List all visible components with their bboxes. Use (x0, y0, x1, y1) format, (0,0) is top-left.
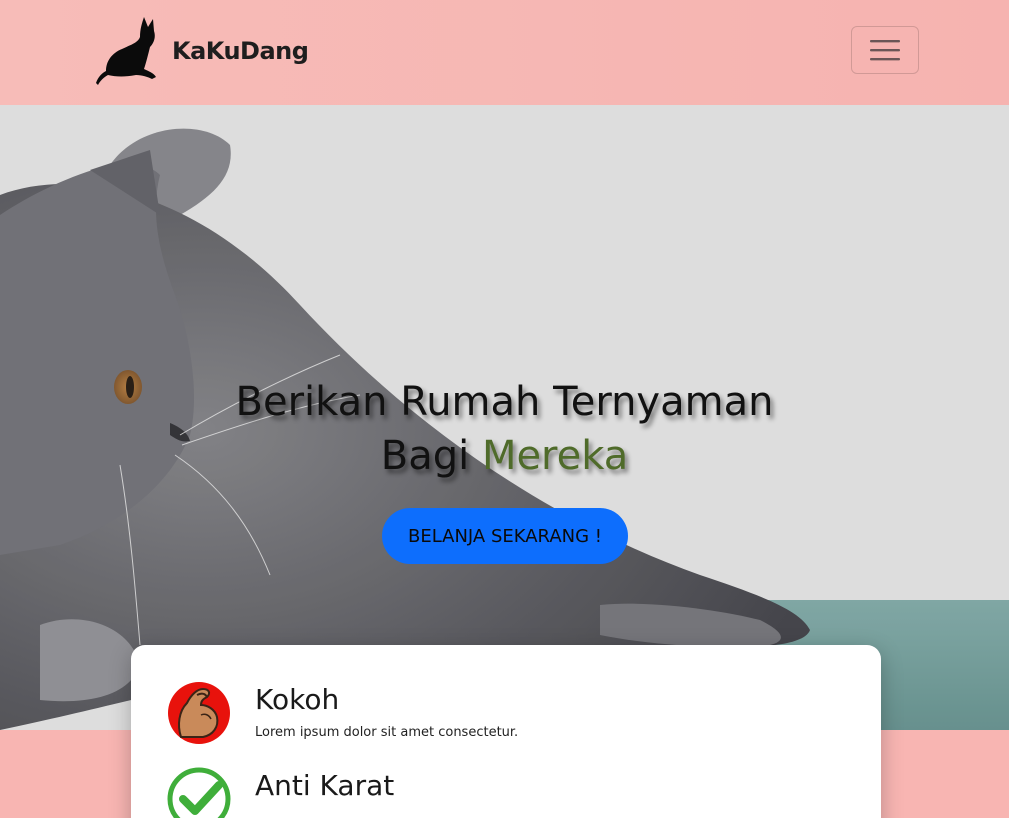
hamburger-menu-icon (870, 40, 900, 61)
feature-description: Lorem ipsum dolor sit amet consectetur. (255, 725, 519, 740)
page: KaKuDang Berikan Rumah Ternyaman Bagi Me… (0, 0, 1009, 818)
brand-link[interactable]: KaKuDang (96, 14, 309, 88)
navbar: KaKuDang (0, 0, 1009, 105)
feature-item: Anti Karat (167, 767, 394, 818)
feature-item: Kokoh Lorem ipsum dolor sit amet consect… (167, 681, 518, 745)
brand-name: KaKuDang (172, 37, 309, 65)
feature-title: Kokoh (255, 683, 340, 716)
feature-text: Anti Karat (255, 767, 394, 811)
hero-title-line1: Berikan Rumah Ternyaman (235, 379, 774, 425)
green-check-icon (167, 767, 231, 818)
feature-text: Kokoh Lorem ipsum dolor sit amet consect… (255, 681, 518, 740)
features-card: Kokoh Lorem ipsum dolor sit amet consect… (131, 645, 881, 818)
feature-title: Anti Karat (255, 769, 395, 802)
black-cat-silhouette-icon (96, 17, 156, 85)
hero-title-line2-prefix: Bagi (380, 433, 482, 479)
flexed-arm-icon (168, 682, 230, 744)
navbar-toggler-button[interactable] (851, 26, 919, 74)
hero-section: Berikan Rumah Ternyaman Bagi Mereka BELA… (0, 105, 1009, 730)
hero-title-accent: Mereka (481, 433, 629, 479)
hero-title: Berikan Rumah Ternyaman Bagi Mereka (0, 375, 1009, 483)
shop-now-button[interactable]: BELANJA SEKARANG ! (382, 508, 628, 564)
